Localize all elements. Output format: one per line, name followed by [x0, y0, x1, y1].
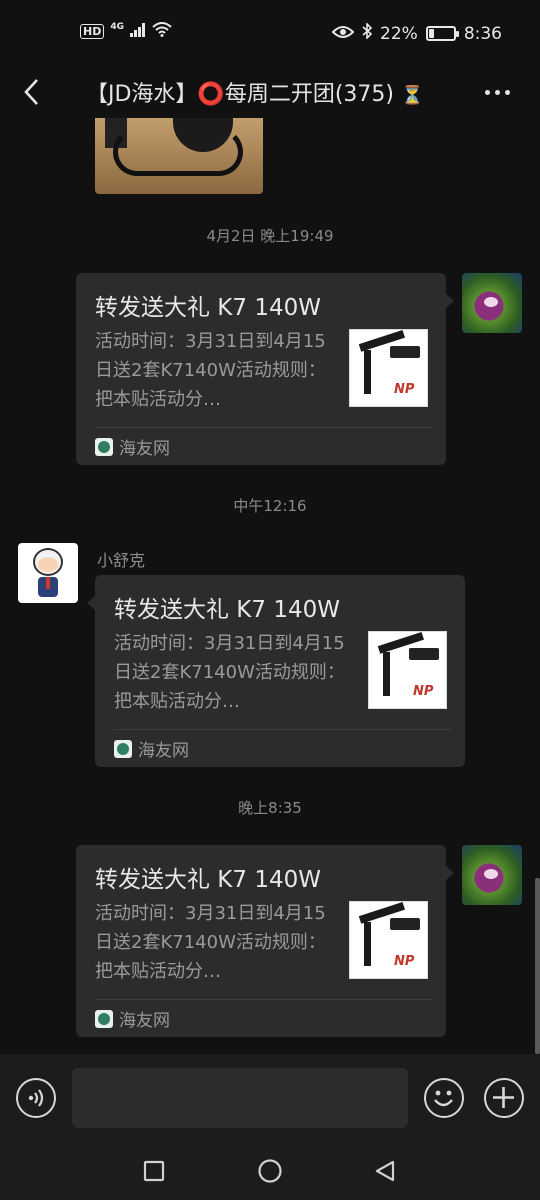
emoji-icon	[434, 1090, 453, 1107]
signal-bars-icon	[130, 22, 146, 40]
back-button[interactable]	[14, 72, 48, 112]
shared-photo[interactable]	[95, 118, 263, 194]
reef-coral-avatar[interactable]	[462, 845, 522, 905]
timestamp: 中午12:16	[233, 497, 307, 515]
battery-fill	[428, 29, 435, 38]
card-source: 海友网	[95, 1006, 170, 1031]
source-name: 海友网	[119, 439, 170, 459]
source-logo-icon	[114, 739, 132, 758]
battery-percent: 22%	[380, 23, 418, 44]
sender-name: 小舒克	[97, 551, 146, 570]
link-card[interactable]: 转发送大礼 K7 140W 活动时间：3月31日到4月15日送2套K7140W活…	[76, 273, 454, 465]
plus-button[interactable]	[484, 1078, 524, 1118]
card-description: 活动时间：3月31日到4月15日送2套K7140W活动规则：把本贴活动分…	[95, 903, 326, 982]
message-input[interactable]	[72, 1068, 408, 1128]
divider	[114, 729, 451, 730]
more-dots-icon	[484, 89, 490, 95]
recent-apps-button[interactable]	[139, 1156, 169, 1186]
scrollbar[interactable]	[535, 878, 540, 1054]
card-source: 海友网	[114, 736, 189, 761]
timestamp: 4月2日 晚上19:49	[206, 227, 334, 245]
triangle-back-icon	[375, 1160, 395, 1182]
square-icon	[143, 1160, 165, 1182]
chat-title-text: 【JD海水】⭕️每周二开团(375)	[86, 82, 394, 107]
source-logo-icon	[95, 437, 113, 456]
voice-icon	[28, 1089, 44, 1107]
cartoon-boy-avatar[interactable]	[18, 543, 78, 603]
card-title: 转发送大礼 K7 140W	[114, 597, 340, 623]
thumbnail-logo: NP	[394, 382, 415, 397]
chat-header: 【JD海水】⭕️每周二开团(375) ⏳	[0, 66, 540, 118]
card-title: 转发送大礼 K7 140W	[95, 295, 321, 321]
link-card[interactable]: 转发送大礼 K7 140W 活动时间：3月31日到4月15日送2套K7140W活…	[76, 845, 454, 1037]
plus-icon	[493, 1087, 514, 1108]
card-thumbnail: NP	[349, 329, 428, 407]
back-arrow-icon	[24, 79, 38, 105]
network-label: HD	[80, 23, 105, 39]
chat-title: 【JD海水】⭕️每周二开团(375) ⏳	[86, 76, 466, 108]
card-title: 转发送大礼 K7 140W	[95, 867, 321, 893]
eye-icon	[331, 24, 355, 44]
more-button[interactable]	[480, 78, 514, 106]
thumbnail-logo: NP	[394, 954, 415, 969]
home-button[interactable]	[255, 1156, 285, 1186]
chat-message-list[interactable]: 4月2日 晚上19:49 转发送大礼 K7 140W 活动时间：3月31日到4月…	[0, 118, 540, 1054]
source-logo-icon	[95, 1009, 113, 1028]
emoji-button[interactable]	[424, 1078, 464, 1118]
status-right: 22% 8:36	[331, 22, 502, 44]
chat-title-suffix: ⏳	[400, 85, 424, 106]
thumbnail-logo: NP	[413, 684, 434, 699]
divider	[95, 999, 432, 1000]
link-card[interactable]: 转发送大礼 K7 140W 活动时间：3月31日到4月15日送2套K7140W活…	[87, 575, 465, 767]
source-name: 海友网	[119, 1011, 170, 1031]
input-bar	[0, 1054, 540, 1140]
timestamp: 晚上8:35	[238, 799, 302, 817]
system-nav-bar	[0, 1140, 540, 1200]
signal-label: 4G	[110, 22, 124, 32]
card-description: 活动时间：3月31日到4月15日送2套K7140W活动规则：把本贴活动分…	[95, 331, 326, 410]
card-thumbnail: NP	[349, 901, 428, 979]
card-thumbnail: NP	[368, 631, 447, 709]
bluetooth-icon	[362, 22, 373, 44]
card-description: 活动时间：3月31日到4月15日送2套K7140W活动规则：把本贴活动分…	[114, 633, 345, 712]
circle-icon	[258, 1159, 282, 1183]
voice-button[interactable]	[16, 1078, 56, 1118]
clock: 8:36	[463, 23, 502, 44]
status-left: HD 4G	[80, 22, 172, 40]
card-source: 海友网	[95, 434, 170, 459]
source-name: 海友网	[138, 741, 189, 761]
wifi-icon	[152, 22, 172, 40]
status-bar: HD 4G 22% 8:36	[0, 0, 540, 66]
system-back-button[interactable]	[370, 1156, 400, 1186]
divider	[95, 427, 432, 428]
battery-icon	[425, 26, 459, 41]
reef-coral-avatar[interactable]	[462, 273, 522, 333]
